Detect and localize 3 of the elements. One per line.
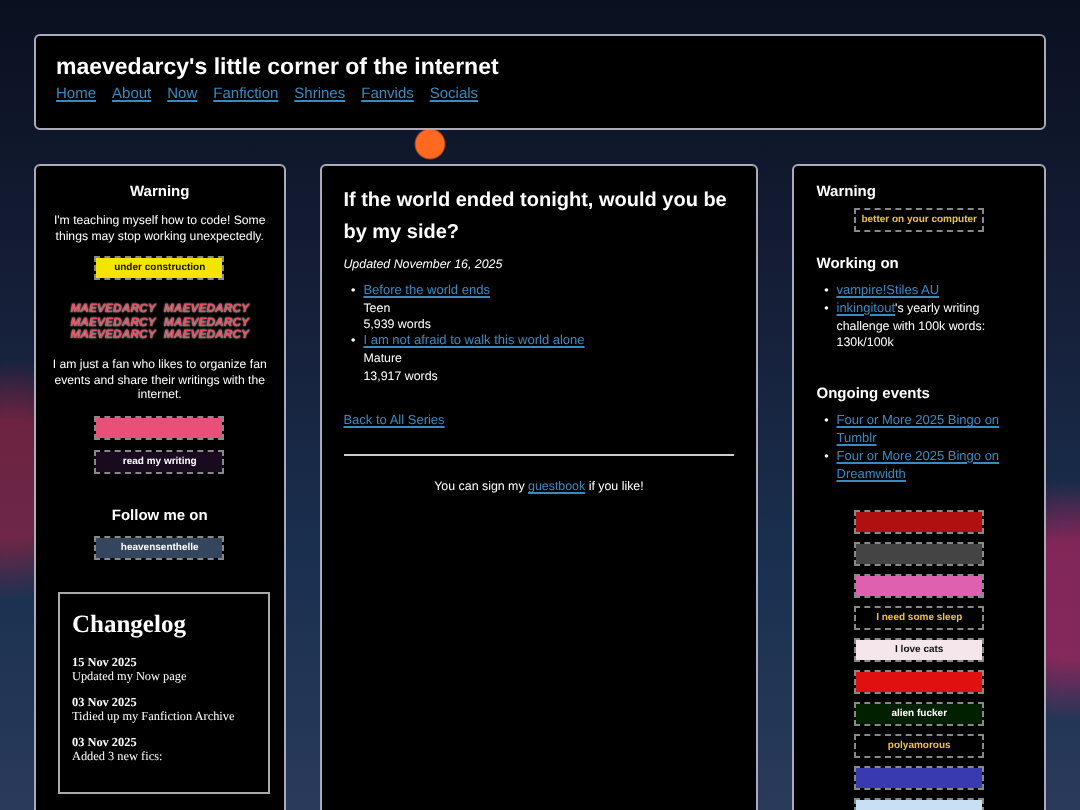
changelog-heading: Changelog [72,609,188,640]
series-title: If the world ended tonight, would you be by my side? [343,188,729,248]
site-title: maevedarcy's little corner of the internet [56,56,501,80]
